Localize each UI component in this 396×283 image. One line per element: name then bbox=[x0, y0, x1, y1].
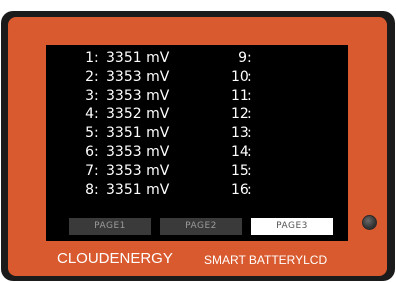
cell-row: 8: 3351 mV bbox=[78, 181, 169, 200]
page2-button[interactable]: PAGE2 bbox=[160, 218, 242, 235]
separator: : bbox=[247, 68, 252, 85]
lcd-screen: 1: 3351 mV 2: 3353 mV 3: 3353 mV 4: 3352 mV … bbox=[46, 45, 348, 241]
cell-index: 2 bbox=[85, 68, 94, 85]
cell-index: 10 bbox=[231, 68, 249, 85]
separator: : bbox=[247, 50, 252, 66]
front-panel: 1: 3351 mV 2: 3353 mV 3: 3353 mV 4: 3352 mV … bbox=[8, 17, 387, 276]
cell-index: 4 bbox=[85, 106, 94, 123]
cell-row: 7: 3353 mV bbox=[78, 162, 169, 181]
cell-row: 14: bbox=[231, 143, 252, 162]
cell-voltage: 3351 mV bbox=[106, 125, 170, 142]
separator: : bbox=[247, 143, 252, 160]
cell-index: 9 bbox=[238, 50, 247, 66]
cell-voltage: 3353 mV bbox=[106, 87, 170, 104]
separator: : bbox=[94, 50, 99, 66]
cell-column-right: 9: 10: 11: 12: 13: 14: 15: 16: bbox=[231, 49, 252, 199]
cell-index: 6 bbox=[85, 143, 94, 160]
brand-subtitle: SMART BATTERYLCD bbox=[204, 253, 328, 267]
cell-index: 5 bbox=[85, 125, 94, 142]
cell-row: 10: bbox=[231, 68, 252, 87]
cell-index: 11 bbox=[231, 87, 249, 104]
cell-row: 16: bbox=[231, 181, 252, 200]
cell-row: 12: bbox=[231, 105, 252, 124]
cell-row: 5: 3351 mV bbox=[78, 124, 169, 143]
separator: : bbox=[94, 181, 99, 198]
separator: : bbox=[94, 87, 99, 104]
cell-voltage: 3353 mV bbox=[106, 68, 170, 85]
separator: : bbox=[94, 143, 99, 160]
cell-index: 7 bbox=[85, 162, 94, 179]
cell-row: 6: 3353 mV bbox=[78, 143, 169, 162]
separator: : bbox=[94, 162, 99, 179]
cell-index: 1 bbox=[85, 50, 94, 66]
cell-index: 12 bbox=[231, 106, 249, 123]
separator: : bbox=[247, 125, 252, 142]
cell-voltage: 3351 mV bbox=[106, 50, 170, 66]
page1-button[interactable]: PAGE1 bbox=[69, 218, 151, 235]
cell-index: 8 bbox=[85, 181, 94, 198]
cell-index: 3 bbox=[85, 87, 94, 104]
separator: : bbox=[247, 181, 252, 198]
cell-index: 13 bbox=[231, 125, 249, 142]
cell-row: 3: 3353 mV bbox=[78, 87, 169, 106]
separator: : bbox=[247, 162, 252, 179]
cell-voltage: 3352 mV bbox=[106, 106, 170, 123]
brand-name: CLOUDENERGY bbox=[57, 250, 173, 267]
cell-row: 11: bbox=[231, 87, 252, 106]
cell-index: 14 bbox=[231, 143, 249, 160]
separator: : bbox=[94, 125, 99, 142]
cell-index: 15 bbox=[231, 162, 249, 179]
cell-row: 4: 3352 mV bbox=[78, 105, 169, 124]
separator: : bbox=[94, 106, 99, 123]
cell-row: 13: bbox=[231, 124, 252, 143]
cell-voltage: 3353 mV bbox=[106, 162, 170, 179]
round-knob-icon[interactable] bbox=[362, 215, 377, 230]
page3-button[interactable]: PAGE3 bbox=[251, 218, 333, 235]
device-frame: 1: 3351 mV 2: 3353 mV 3: 3353 mV 4: 3352 mV … bbox=[1, 11, 395, 281]
separator: : bbox=[247, 87, 252, 104]
cell-column-left: 1: 3351 mV 2: 3353 mV 3: 3353 mV 4: 3352 mV … bbox=[78, 49, 169, 199]
cell-row: 15: bbox=[231, 162, 252, 181]
cell-voltage: 3351 mV bbox=[106, 181, 170, 198]
cell-index: 16 bbox=[231, 181, 249, 198]
cell-voltage: 3353 mV bbox=[106, 143, 170, 160]
cell-row: 2: 3353 mV bbox=[78, 68, 169, 87]
separator: : bbox=[94, 68, 99, 85]
cell-row: 1: 3351 mV bbox=[78, 49, 169, 68]
cell-row: 9: bbox=[231, 49, 252, 68]
separator: : bbox=[247, 106, 252, 123]
